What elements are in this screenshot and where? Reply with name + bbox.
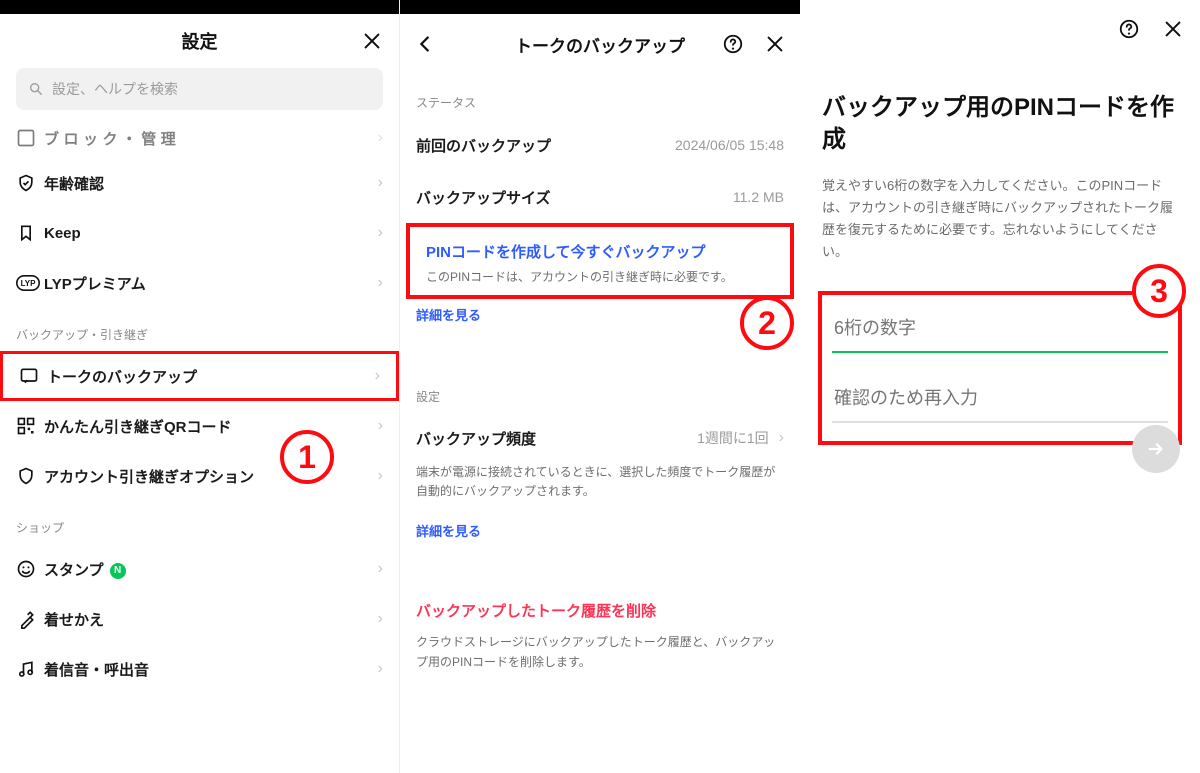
search-icon	[28, 81, 44, 97]
row-age[interactable]: 年齢確認 ›	[0, 158, 399, 208]
row-ringtone[interactable]: 着信音・呼出音 ›	[0, 644, 399, 694]
shield-icon	[16, 173, 44, 193]
settings-panel: 設定 設定、ヘルプを検索 ブロック・管理 › 年齢確認 › Keep › LYP…	[0, 0, 400, 773]
shield2-icon	[16, 466, 44, 486]
smile-icon	[16, 559, 44, 579]
status-bar	[0, 0, 399, 14]
freq-desc: 端末が電源に接続されているときに、選択した頻度でトーク履歴が自動的にバックアップ…	[400, 463, 800, 515]
settings-title: 設定	[182, 28, 218, 54]
section-shop: ショップ	[0, 501, 399, 544]
chevron-right-icon: ›	[378, 560, 383, 578]
callout-3: 3	[1132, 264, 1186, 318]
pin-confirm-input[interactable]	[832, 375, 1168, 423]
chevron-right-icon: ›	[378, 417, 383, 435]
chevron-right-icon: ›	[375, 367, 380, 385]
close-icon[interactable]	[1162, 18, 1184, 40]
music-icon	[16, 659, 44, 679]
pin-input[interactable]	[832, 305, 1168, 353]
highlight-box-2: PINコードを作成して今すぐバックアップ このPINコードは、アカウントの引き継…	[406, 223, 794, 299]
row-talk-backup[interactable]: トークのバックアップ ›	[0, 351, 399, 401]
search-placeholder: 設定、ヘルプを検索	[52, 79, 178, 99]
section-backup: バックアップ・引き継ぎ	[0, 308, 399, 351]
backup-header: トークのバックアップ	[400, 14, 800, 74]
chevron-right-icon: ›	[378, 129, 383, 147]
callout-1: 1	[280, 430, 334, 484]
create-pin-backup[interactable]: PINコードを作成して今すぐバックアップ このPINコードは、アカウントの引き継…	[410, 227, 790, 295]
pin-header	[800, 0, 1200, 58]
settings-header: 設定	[0, 14, 399, 68]
pin-panel: バックアップ用のPINコードを作成 覚えやすい6桁の数字を入力してください。この…	[800, 0, 1200, 773]
lyp-icon: LYP	[16, 274, 44, 292]
chevron-right-icon: ›	[378, 174, 383, 192]
row-backup-frequency[interactable]: バックアップ頻度 1週間に1回 ›	[400, 413, 800, 463]
blocked-icon	[16, 128, 44, 148]
row-block[interactable]: ブロック・管理 ›	[0, 118, 399, 158]
row-keep[interactable]: Keep ›	[0, 208, 399, 258]
callout-2: 2	[740, 296, 794, 350]
status-bar	[400, 0, 800, 14]
next-button[interactable]	[1132, 425, 1180, 473]
settings-caption: 設定	[400, 368, 800, 413]
highlight-box-3	[818, 291, 1182, 445]
delete-desc: クラウドストレージにバックアップしたトーク履歴と、バックアップ用のPINコードを…	[400, 633, 800, 685]
chat-backup-icon	[19, 366, 47, 386]
bookmark-icon	[16, 223, 44, 243]
svg-text:LYP: LYP	[21, 279, 36, 288]
palette-icon	[16, 609, 44, 629]
close-icon[interactable]	[764, 33, 786, 55]
row-qr[interactable]: かんたん引き継ぎQRコード ›	[0, 401, 399, 451]
delete-backup[interactable]: バックアップしたトーク履歴を削除	[400, 584, 800, 633]
row-backup-size: バックアップサイズ 11.2 MB	[400, 171, 800, 223]
chevron-right-icon: ›	[378, 467, 383, 485]
status-caption: ステータス	[400, 74, 800, 119]
more-link-1[interactable]: 詳細を見る	[400, 299, 497, 338]
pin-desc: 覚えやすい6桁の数字を入力してください。このPINコードは、アカウントの引き継ぎ…	[822, 175, 1178, 263]
chevron-right-icon: ›	[378, 274, 383, 292]
close-icon[interactable]	[361, 30, 383, 52]
row-stamp[interactable]: スタンプN ›	[0, 544, 399, 594]
row-account-transfer[interactable]: アカウント引き継ぎオプション ›	[0, 451, 399, 501]
help-icon[interactable]	[1118, 18, 1140, 40]
backup-panel: トークのバックアップ ステータス 前回のバックアップ 2024/06/05 15…	[400, 0, 800, 773]
chevron-right-icon: ›	[378, 224, 383, 242]
back-icon[interactable]	[414, 33, 436, 55]
pin-heading: バックアップ用のPINコードを作成	[822, 92, 1178, 157]
row-last-backup: 前回のバックアップ 2024/06/05 15:48	[400, 119, 800, 171]
row-lyp[interactable]: LYP LYPプレミアム ›	[0, 258, 399, 308]
row-skin[interactable]: 着せかえ ›	[0, 594, 399, 644]
search-input[interactable]: 設定、ヘルプを検索	[16, 68, 383, 110]
more-link-2[interactable]: 詳細を見る	[400, 515, 497, 554]
chevron-right-icon: ›	[779, 429, 784, 447]
help-icon[interactable]	[722, 33, 744, 55]
qr-icon	[16, 416, 44, 436]
new-badge: N	[110, 563, 126, 579]
chevron-right-icon: ›	[378, 660, 383, 678]
chevron-right-icon: ›	[378, 610, 383, 628]
